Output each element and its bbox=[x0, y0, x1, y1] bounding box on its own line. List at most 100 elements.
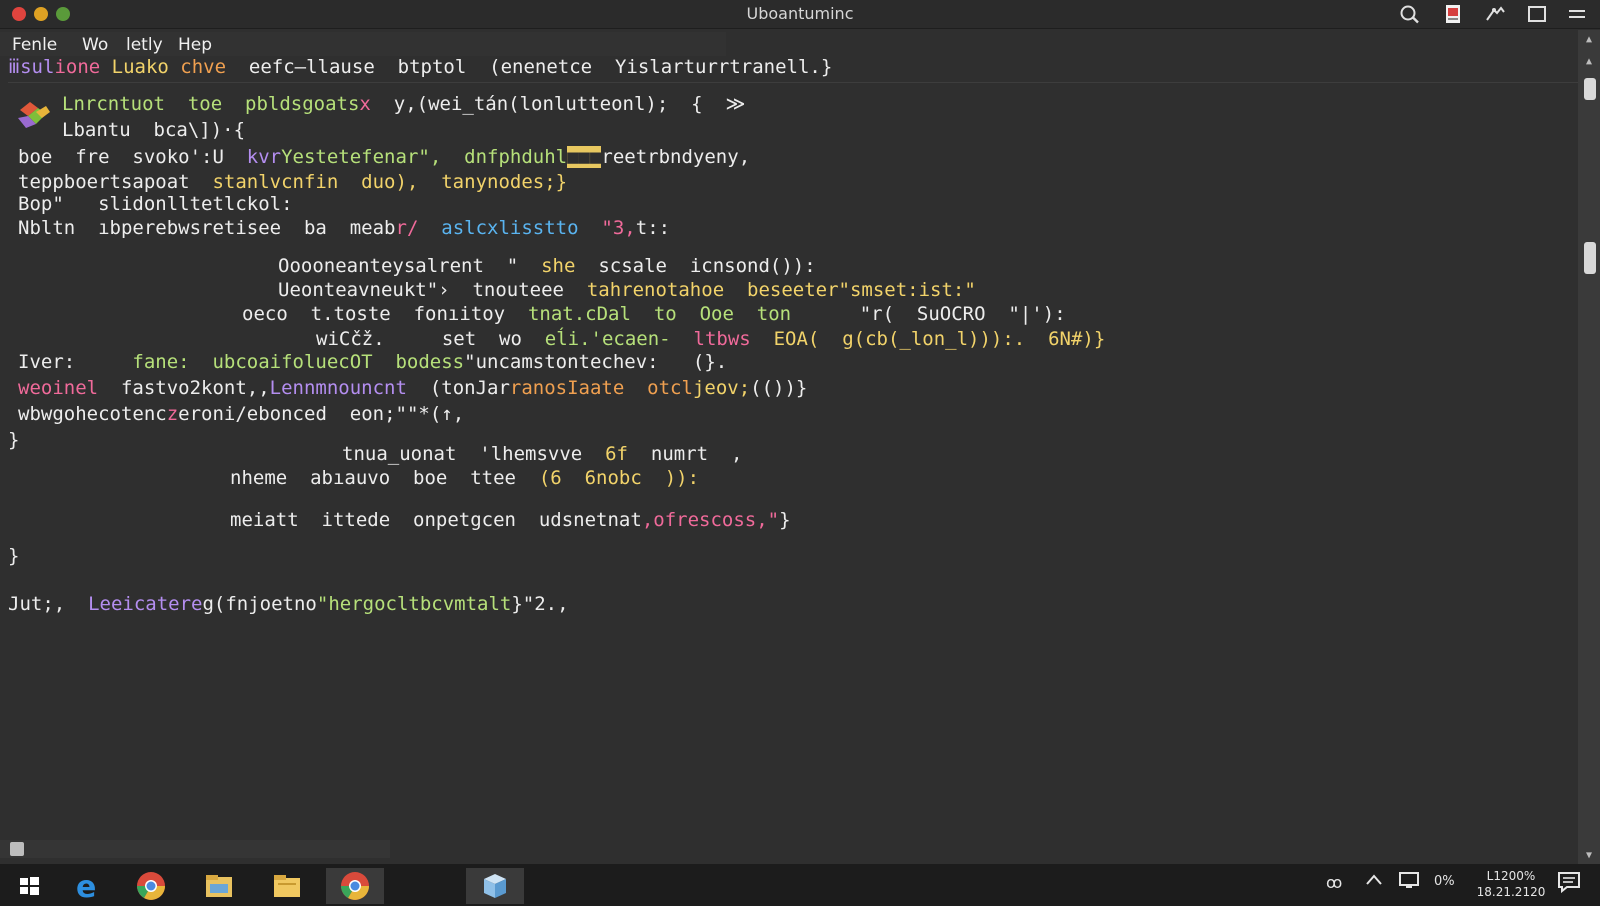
notification-icon[interactable] bbox=[1556, 870, 1582, 898]
code-token: Yestetefenar", dnfphduhl bbox=[281, 146, 568, 168]
code-token: reetrbndyeny, bbox=[601, 146, 751, 168]
code-token: tnat.cDal to Ooe ton bbox=[527, 303, 792, 325]
file-explorer-icon[interactable] bbox=[190, 868, 248, 904]
code-line: tnua_uonat 'lhemsvve 6f numrt , bbox=[342, 442, 742, 466]
menu-item-help[interactable]: Hep bbox=[178, 35, 212, 55]
code-token: g(fnjoetno bbox=[202, 593, 317, 615]
code-token: eroni/ebonced eon;""*(↑, bbox=[178, 403, 465, 425]
code-token: ranosIaate otcl bbox=[509, 377, 693, 399]
chevron-up-icon[interactable] bbox=[1364, 870, 1384, 894]
code-line: Lnrcntuot toe pbldsgoatsx y,(wei_tán(lon… bbox=[62, 92, 745, 116]
windows-start-icon[interactable] bbox=[0, 868, 58, 904]
code-line: } bbox=[8, 429, 20, 451]
edge-icon[interactable]: e bbox=[58, 868, 116, 904]
code-token: weoinel bbox=[18, 377, 121, 399]
code-line: wiCčž. set wo eĺi.'ecaen- ltbws EOA( g(c… bbox=[316, 327, 1105, 351]
window-title: Uboantuminc bbox=[746, 4, 854, 23]
code-token: x bbox=[359, 93, 371, 115]
scroll-thumb[interactable] bbox=[1584, 242, 1596, 274]
code-token: }"2., bbox=[511, 593, 569, 615]
code-line: Bop" slidonlltetlckol: bbox=[18, 193, 293, 215]
code-token: ltbws bbox=[693, 328, 774, 350]
code-token: "uncamstontechev: (}. bbox=[464, 351, 728, 373]
code-token: meiatt ittede onpetgcen udsnetnat bbox=[230, 509, 642, 531]
code-token: teppboertsapoat bbox=[18, 171, 213, 193]
code-token: (6 6nobc )): bbox=[538, 467, 700, 489]
code-token: oeco t.toste fonıitoy bbox=[242, 303, 528, 325]
path-segment: eefc—llause btptol (enenetce Yislarturrt… bbox=[226, 56, 833, 78]
breadcrumb: ⅲsulione Luako chve eefc—llause btptol (… bbox=[8, 56, 1578, 83]
code-token: tahrenotahoe beseeter"smset:ist:" bbox=[586, 279, 976, 301]
code-token: wiCčž. set wo bbox=[316, 328, 545, 350]
app-logo-icon bbox=[16, 98, 52, 130]
code-token: r/ bbox=[395, 217, 419, 239]
code-token: she bbox=[541, 255, 576, 277]
code-token: kvr bbox=[246, 146, 282, 168]
code-line: Ooooneanteysalrent " she scsale icnsond(… bbox=[278, 254, 816, 278]
menu-icon[interactable] bbox=[1566, 4, 1588, 24]
code-token: Nbltn ıbperebwsretisee ba meab bbox=[18, 217, 396, 239]
code-line: Ueonteavneukt"› tnouteee tahrenotahoe be… bbox=[278, 278, 976, 302]
system-clock[interactable]: L1200% 18.21.2120 bbox=[1476, 868, 1546, 900]
app-cube-icon[interactable] bbox=[466, 868, 524, 904]
chrome-icon[interactable] bbox=[122, 868, 180, 904]
title-bar: Uboantuminc bbox=[0, 0, 1600, 29]
path-segment: ione bbox=[54, 56, 101, 78]
code-token: Jut;, bbox=[8, 593, 66, 615]
path-segment: Luako bbox=[100, 56, 169, 78]
code-token: tnua_uonat 'lhemsvve bbox=[342, 443, 606, 465]
code-token: "r( SuOCRO "|'): bbox=[791, 303, 1066, 325]
tools-icon[interactable] bbox=[1484, 4, 1506, 24]
highlight-marker: ■■■ bbox=[567, 146, 602, 168]
code-token: eĺi.'ecaen- bbox=[544, 328, 694, 350]
menu-bar: Fenle Wo letly Hep bbox=[0, 32, 726, 56]
path-segment: ⅲsul bbox=[8, 56, 55, 78]
code-token: z bbox=[166, 403, 179, 425]
code-line: wbwgohecotenczeroni/ebonced eon;""*(↑, bbox=[18, 402, 464, 426]
code-token: boe fre svoko':U bbox=[18, 146, 247, 168]
folder-icon[interactable] bbox=[258, 868, 316, 904]
scroll-up-arrow-icon[interactable]: ▲ bbox=[1584, 56, 1594, 67]
code-line: Nbltn ıbperebwsretisee ba meabr/ aslcxli… bbox=[18, 216, 670, 240]
link-tray-icon[interactable]: ꝏ bbox=[1326, 873, 1342, 892]
code-token: Ueonteavneukt"› tnouteee bbox=[278, 279, 587, 301]
horizontal-scrollbar[interactable] bbox=[0, 840, 390, 858]
code-token: fane: bbox=[132, 351, 213, 373]
document-icon[interactable] bbox=[1442, 4, 1464, 24]
code-token: jeov; bbox=[692, 377, 751, 399]
horizontal-scroll-thumb[interactable] bbox=[10, 842, 24, 856]
scroll-up-arrow-icon[interactable]: ▲ bbox=[1584, 34, 1594, 45]
code-token: EOA( g(cb(_lon_l))):. 6N#)} bbox=[773, 328, 1106, 350]
code-line: Lbantu bca\])·{ bbox=[62, 119, 246, 141]
chrome-active-icon[interactable] bbox=[326, 868, 384, 904]
vertical-scrollbar[interactable]: ▲ ▲ ▼ bbox=[1578, 30, 1600, 864]
menu-item-view[interactable]: Wo bbox=[82, 35, 108, 55]
code-token: (())} bbox=[750, 377, 808, 399]
battery-tray-icon[interactable]: 0% bbox=[1434, 874, 1455, 889]
code-token: t:: bbox=[635, 217, 671, 239]
code-token: } bbox=[779, 509, 791, 531]
code-line: meiatt ittede onpetgcen udsnetnat,ofresc… bbox=[230, 508, 791, 532]
code-line: boe fre svoko':U kvrYestetefenar", dnfph… bbox=[18, 145, 750, 169]
code-line: Jut;, Leeicatereg(fnjoetno"hergocltbcvmt… bbox=[8, 592, 569, 616]
code-token: y,(wei_tán(lonlutteonl); { ≫ bbox=[370, 93, 746, 115]
code-token: Lnrcntuot toe pbldsgoats bbox=[62, 93, 360, 115]
menu-item-file[interactable]: Fenle bbox=[12, 35, 57, 55]
clock-date: 18.21.2120 bbox=[1476, 885, 1546, 899]
code-token: Leeicatere bbox=[65, 593, 203, 615]
menu-item-edit[interactable]: letly bbox=[126, 35, 163, 55]
code-token: wbwgohecotenc bbox=[18, 403, 167, 425]
code-line: Iver: fane: ubcoaifoluecOT bodess"uncams… bbox=[18, 350, 727, 374]
code-token: "3, bbox=[601, 217, 636, 239]
code-token: Ooooneanteysalrent " bbox=[278, 255, 542, 277]
scroll-thumb[interactable] bbox=[1584, 78, 1596, 100]
code-token: numrt , bbox=[628, 443, 743, 465]
code-token: scsale icnsond()): bbox=[575, 255, 816, 277]
code-token: aslcxlisstto bbox=[418, 217, 602, 239]
display-tray-icon[interactable] bbox=[1398, 871, 1420, 893]
search-icon[interactable] bbox=[1399, 4, 1421, 24]
path-segment: chve bbox=[168, 56, 227, 78]
code-token: 6f bbox=[605, 443, 628, 465]
scroll-down-arrow-icon[interactable]: ▼ bbox=[1584, 850, 1594, 861]
window-icon[interactable] bbox=[1526, 4, 1548, 24]
